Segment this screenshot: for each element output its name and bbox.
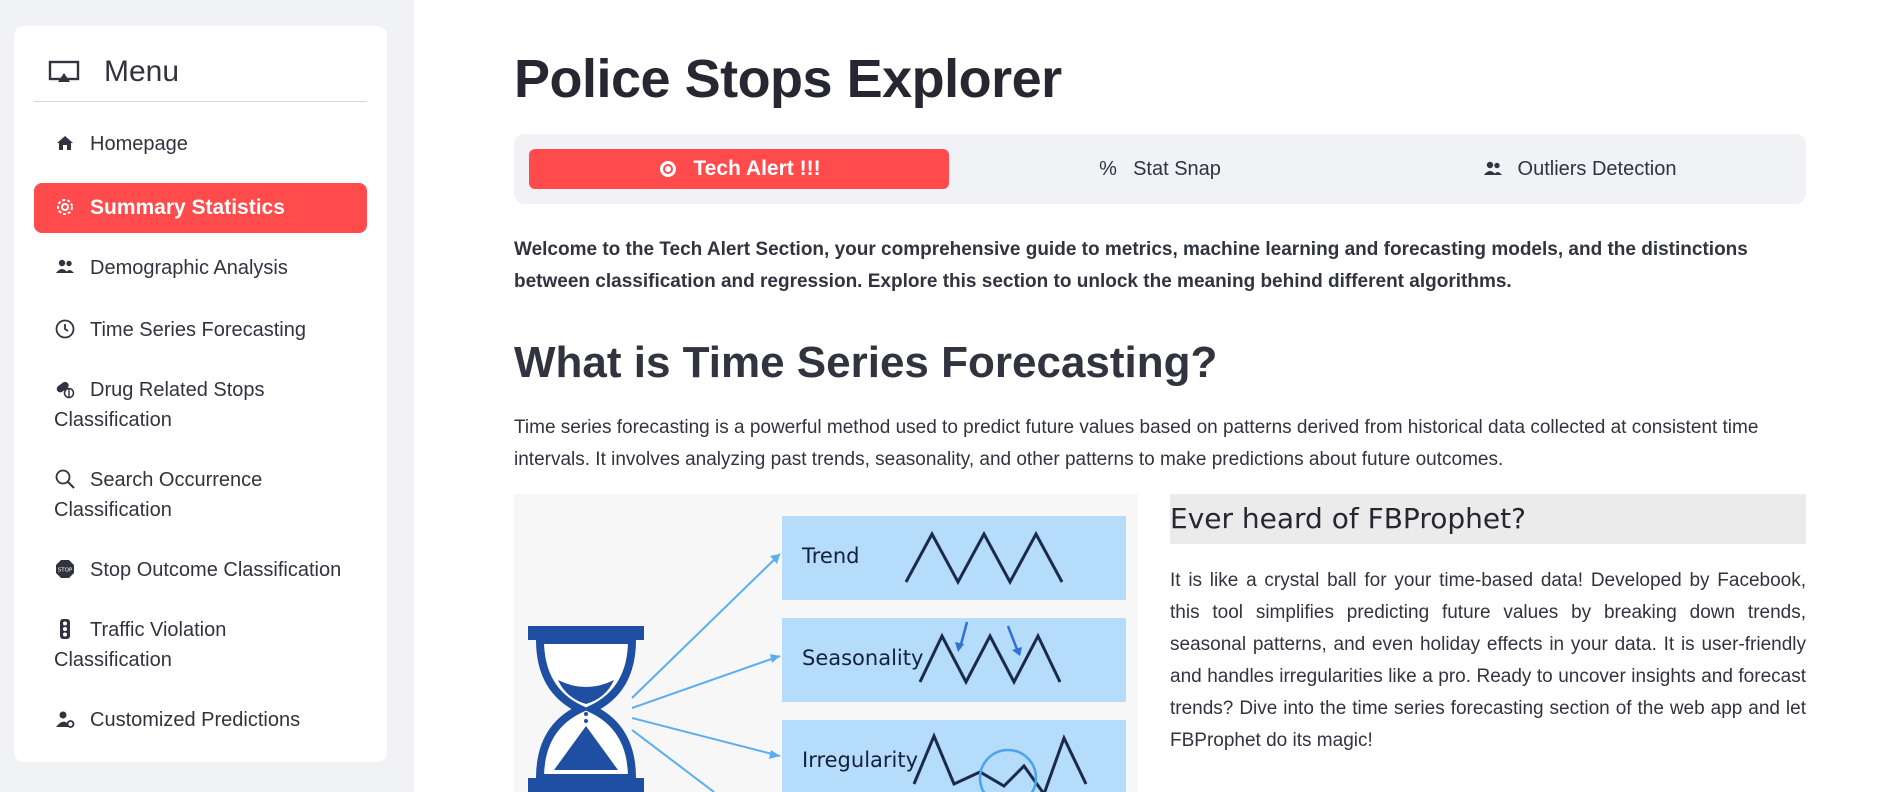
page-title: Police Stops Explorer <box>514 49 1062 109</box>
sidebar-item-customized-predictions[interactable]: Customized Predictions <box>34 705 367 735</box>
menu-title: Menu <box>104 54 180 88</box>
section-title: What is Time Series Forecasting? <box>514 338 1218 387</box>
sidebar-item-search-occurrence[interactable]: Search Occurrence Classification <box>34 465 334 525</box>
seasonality-box: Seasonality <box>782 618 1126 702</box>
tab-stat-snap[interactable]: % Stat Snap <box>949 149 1369 189</box>
sidebar: Menu Homepage Summary Statistics Demogra… <box>0 0 414 792</box>
tab-tech-alert[interactable]: Tech Alert !!! <box>529 149 949 189</box>
sidebar-item-label: Drug Related Stops Classification <box>54 379 265 431</box>
sidebar-item-label: Customized Predictions <box>90 709 301 731</box>
stop-sign-icon: STOP <box>56 560 74 578</box>
main-content: Police Stops Explorer Tech Alert !!! % S… <box>414 0 1883 792</box>
svg-text:STOP: STOP <box>58 568 73 574</box>
people-icon <box>56 259 74 273</box>
sidebar-item-summary-statistics[interactable]: Summary Statistics <box>34 183 367 233</box>
people-icon <box>1483 161 1502 175</box>
gear-icon <box>57 199 73 215</box>
trend-box: Trend <box>782 516 1126 600</box>
tab-label: Tech Alert !!! <box>693 157 821 180</box>
sidebar-item-label: Traffic Violation Classification <box>54 619 227 671</box>
fbprophet-heading: Ever heard of FBProphet? <box>1170 494 1806 544</box>
house-icon <box>57 136 73 150</box>
tab-outliers-detection[interactable]: Outliers Detection <box>1369 149 1789 189</box>
search-icon <box>55 469 75 489</box>
intro-text: Welcome to the Tech Alert Section, your … <box>514 239 1748 292</box>
section-text: Time series forecasting is a powerful me… <box>514 417 1759 470</box>
sidebar-item-label: Time Series Forecasting <box>90 319 306 341</box>
tab-label: Outliers Detection <box>1517 157 1677 180</box>
percent-icon: % <box>1099 158 1117 180</box>
sidebar-item-label: Demographic Analysis <box>90 257 288 279</box>
tab-label: Stat Snap <box>1133 157 1221 180</box>
sidebar-item-label: Stop Outcome Classification <box>90 559 342 581</box>
sidebar-item-drug-related-stops[interactable]: Drug Related Stops Classification <box>34 375 334 435</box>
hourglass-icon <box>528 626 644 792</box>
sidebar-item-stop-outcome[interactable]: STOP Stop Outcome Classification <box>34 555 367 585</box>
sidebar-item-label: Summary Statistics <box>90 196 285 219</box>
cpu-icon <box>660 161 677 177</box>
sidebar-item-homepage[interactable]: Homepage <box>34 129 367 159</box>
sidebar-item-traffic-violation[interactable]: Traffic Violation Classification <box>34 615 334 675</box>
sidebar-item-label: Homepage <box>90 133 188 155</box>
time-series-figure: Trend Seasonality Irregularity <box>514 494 1138 792</box>
sidebar-item-label: Search Occurrence Classification <box>54 469 263 521</box>
tab-bar: Tech Alert !!! % Stat Snap Outliers Dete… <box>514 134 1806 204</box>
capsule-icon <box>56 381 75 399</box>
sidebar-item-time-series-forecasting[interactable]: Time Series Forecasting <box>34 315 367 345</box>
person-gear-icon <box>56 711 75 728</box>
fbprophet-text: It is like a crystal ball for your time-… <box>1170 570 1806 751</box>
irregularity-box: Irregularity <box>782 720 1126 792</box>
sidebar-item-demographic-analysis[interactable]: Demographic Analysis <box>34 253 367 283</box>
traffic-light-icon <box>60 619 70 639</box>
clock-icon <box>55 319 75 339</box>
menu-header: Menu <box>34 42 367 102</box>
cast-icon <box>48 60 80 82</box>
